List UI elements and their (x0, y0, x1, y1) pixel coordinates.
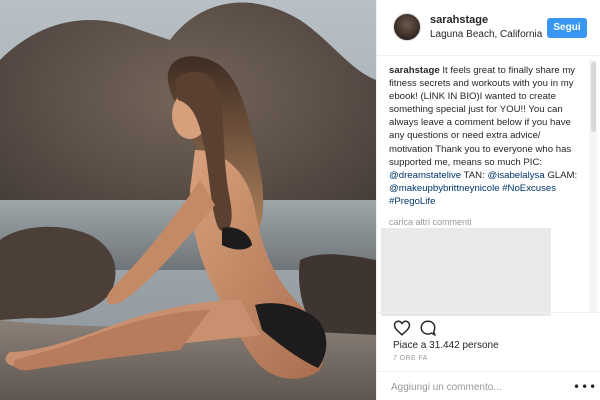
post-actions: Piace a 31.442 persone 7 ORE FA ••• (377, 312, 600, 400)
likes-count[interactable]: Piace a 31.442 persone (393, 340, 499, 351)
speech-bubble-icon[interactable] (419, 319, 437, 337)
hashtag-link[interactable]: #NoExcuses (502, 183, 556, 194)
caption-text: TAN: (461, 169, 488, 181)
mention-link[interactable]: @makeupbybrittneynicole (389, 183, 500, 194)
caption-text: GLAM: (544, 169, 578, 181)
mention-link[interactable]: @dreamstatelive (389, 170, 461, 181)
more-options-icon[interactable]: ••• (573, 380, 597, 394)
overlay-placeholder (381, 228, 551, 316)
comment-composer: ••• (377, 371, 600, 400)
photo-illustration (0, 0, 376, 400)
heart-outline-icon[interactable] (393, 319, 411, 337)
comment-input[interactable] (391, 379, 561, 395)
mention-link[interactable]: @isabelalysa (487, 170, 544, 181)
post-sidebar: sarahstage Laguna Beach, California Segu… (376, 0, 600, 400)
hashtag-link[interactable]: #PregoLife (389, 196, 435, 207)
follow-button[interactable]: Segui (547, 18, 587, 38)
author-username[interactable]: sarahstage (430, 14, 488, 26)
scrollbar-thumb[interactable] (591, 62, 596, 132)
caption-username[interactable]: sarahstage (389, 65, 440, 76)
avatar[interactable] (393, 13, 421, 41)
post-timestamp: 7 ORE FA (393, 355, 428, 362)
post-header: sarahstage Laguna Beach, California Segu… (377, 0, 600, 56)
caption-text: PIC: (523, 156, 543, 168)
post-photo[interactable] (0, 0, 376, 400)
post-location[interactable]: Laguna Beach, California (430, 29, 542, 40)
